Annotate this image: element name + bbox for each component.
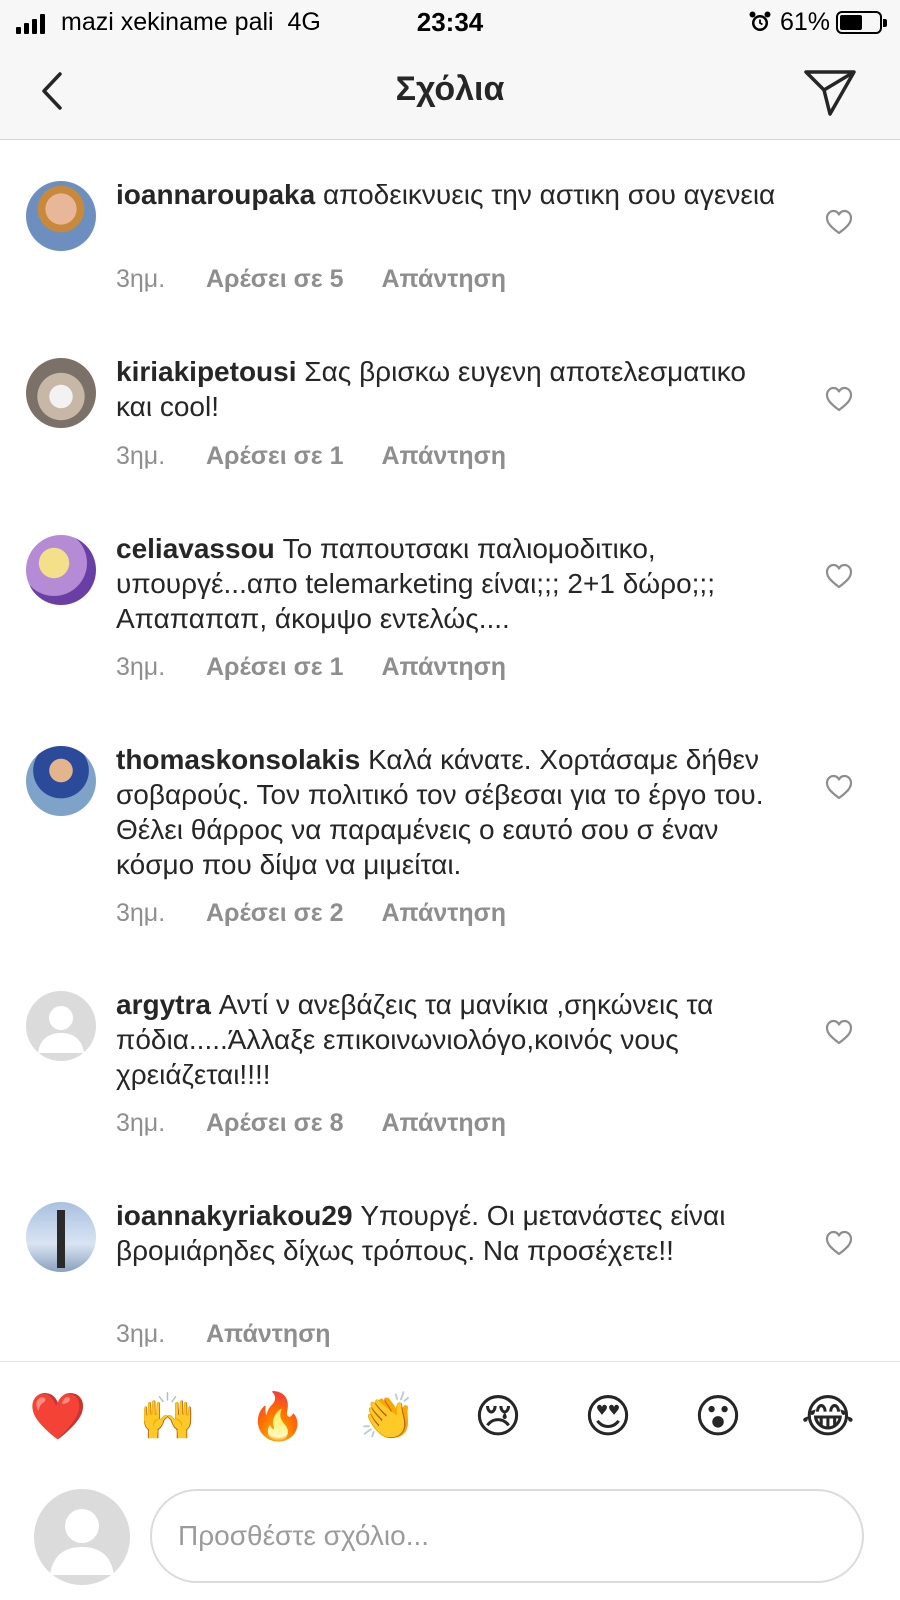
comment-likes[interactable]: Αρέσει σε 5 <box>206 265 343 294</box>
avatar[interactable] <box>26 746 96 816</box>
comment-meta: 3ημ. Αρέσει σε 1 Απάντηση <box>116 442 506 471</box>
emoji-clap-button[interactable]: 👏 <box>358 1386 418 1446</box>
comment-username[interactable]: ioannaroupaka <box>116 179 315 210</box>
emoji-surprised-button[interactable]: 😮 <box>688 1386 748 1446</box>
comment-time: 3ημ. <box>116 1320 166 1348</box>
comment-text: ioannaroupaka αποδεικνυεις την αστικη σο… <box>116 177 776 212</box>
reply-button[interactable]: Απάντηση <box>381 442 506 471</box>
like-heart-icon[interactable] <box>824 385 854 413</box>
comment-item: celiavassou Το παπουτσακι παλιομοδιτικο,… <box>0 531 900 711</box>
comment-likes[interactable]: Αρέσει σε 1 <box>206 442 343 471</box>
avatar[interactable] <box>26 1202 96 1272</box>
comment-composer <box>0 1471 900 1600</box>
like-heart-icon[interactable] <box>824 562 854 590</box>
comment-text: argytra Αντί ν ανεβάζεις τα μανίκια ,σηκ… <box>116 987 776 1092</box>
status-bar: mazi xekiname pali 4G 23:34 61% <box>0 0 900 46</box>
comment-time: 3ημ. <box>116 653 166 681</box>
avatar[interactable] <box>26 181 96 251</box>
reply-button[interactable]: Απάντηση <box>381 265 506 294</box>
like-heart-icon[interactable] <box>824 1018 854 1046</box>
avatar <box>34 1489 130 1585</box>
comment-item: ioannakyriakou29 Υπουργέ. Οι μετανάστες … <box>0 1198 900 1361</box>
comment-item: argytra Αντί ν ανεβάζεις τα μανίκια ,σηκ… <box>0 987 900 1167</box>
comment-meta: 3ημ. Απάντηση <box>116 1320 331 1349</box>
emoji-heart-button[interactable]: ❤️ <box>28 1386 88 1446</box>
comment-username[interactable]: ioannakyriakou29 <box>116 1200 353 1231</box>
reply-button[interactable]: Απάντηση <box>206 1320 331 1349</box>
avatar[interactable] <box>26 535 96 605</box>
comment-item: thomaskonsolakis Καλά κάνατε. Χορτάσαμε … <box>0 742 900 962</box>
reply-button[interactable]: Απάντηση <box>381 1109 506 1138</box>
comment-meta: 3ημ. Αρέσει σε 2 Απάντηση <box>116 899 506 928</box>
like-heart-icon[interactable] <box>824 208 854 236</box>
comment-likes[interactable]: Αρέσει σε 8 <box>206 1109 343 1138</box>
battery-icon <box>836 11 887 34</box>
comment-likes[interactable]: Αρέσει σε 1 <box>206 653 343 682</box>
comment-text: celiavassou Το παπουτσακι παλιομοδιτικο,… <box>116 531 776 636</box>
battery-fill <box>840 15 862 30</box>
comment-item: kiriakipetousi Σας βρισκω ευγενη αποτελε… <box>0 354 900 504</box>
like-heart-icon[interactable] <box>824 773 854 801</box>
avatar[interactable] <box>26 991 96 1061</box>
comment-time: 3ημ. <box>116 1109 166 1137</box>
default-avatar-icon <box>50 1509 114 1575</box>
comment-input[interactable] <box>150 1489 864 1583</box>
reply-button[interactable]: Απάντηση <box>381 653 506 682</box>
comment-time: 3ημ. <box>116 265 166 293</box>
comment-likes[interactable]: Αρέσει σε 2 <box>206 899 343 928</box>
comment-text: ioannakyriakou29 Υπουργέ. Οι μετανάστες … <box>116 1198 776 1268</box>
avatar[interactable] <box>26 358 96 428</box>
comment-username[interactable]: celiavassou <box>116 533 275 564</box>
emoji-fire-button[interactable]: 🔥 <box>248 1386 308 1446</box>
comment-item: ioannaroupaka αποδεικνυεις την αστικη σο… <box>0 177 900 327</box>
emoji-quick-bar: ❤️ 🙌 🔥 👏 😢 😍 😮 😂 <box>0 1361 900 1471</box>
comment-time: 3ημ. <box>116 442 166 470</box>
emoji-laughing-button[interactable]: 😂 <box>798 1386 858 1446</box>
comments-list[interactable]: ioannaroupaka αποδεικνυεις την αστικη σο… <box>0 141 900 1361</box>
alarm-icon <box>749 11 771 31</box>
emoji-crying-button[interactable]: 😢 <box>468 1386 528 1446</box>
comment-text: thomaskonsolakis Καλά κάνατε. Χορτάσαμε … <box>116 742 776 882</box>
comment-meta: 3ημ. Αρέσει σε 8 Απάντηση <box>116 1109 506 1138</box>
page-title: Σχόλια <box>395 70 505 108</box>
reply-button[interactable]: Απάντηση <box>381 899 506 928</box>
comment-username[interactable]: kiriakipetousi <box>116 356 297 387</box>
send-direct-icon[interactable] <box>800 64 860 120</box>
emoji-raised-hands-button[interactable]: 🙌 <box>138 1386 198 1446</box>
comment-body: αποδεικνυεις την αστικη σου αγενεια <box>322 179 776 210</box>
comment-username[interactable]: thomaskonsolakis <box>116 744 360 775</box>
default-avatar-icon <box>38 1006 84 1053</box>
comment-text: kiriakipetousi Σας βρισκω ευγενη αποτελε… <box>116 354 776 424</box>
comment-username[interactable]: argytra <box>116 989 211 1020</box>
like-heart-icon[interactable] <box>824 1229 854 1257</box>
comment-time: 3ημ. <box>116 899 166 927</box>
nav-bar: Σχόλια <box>0 46 900 140</box>
emoji-heart-eyes-button[interactable]: 😍 <box>578 1386 638 1446</box>
comment-meta: 3ημ. Αρέσει σε 1 Απάντηση <box>116 653 506 682</box>
comment-meta: 3ημ. Αρέσει σε 5 Απάντηση <box>116 265 506 294</box>
battery-percent: 61% <box>780 8 831 36</box>
